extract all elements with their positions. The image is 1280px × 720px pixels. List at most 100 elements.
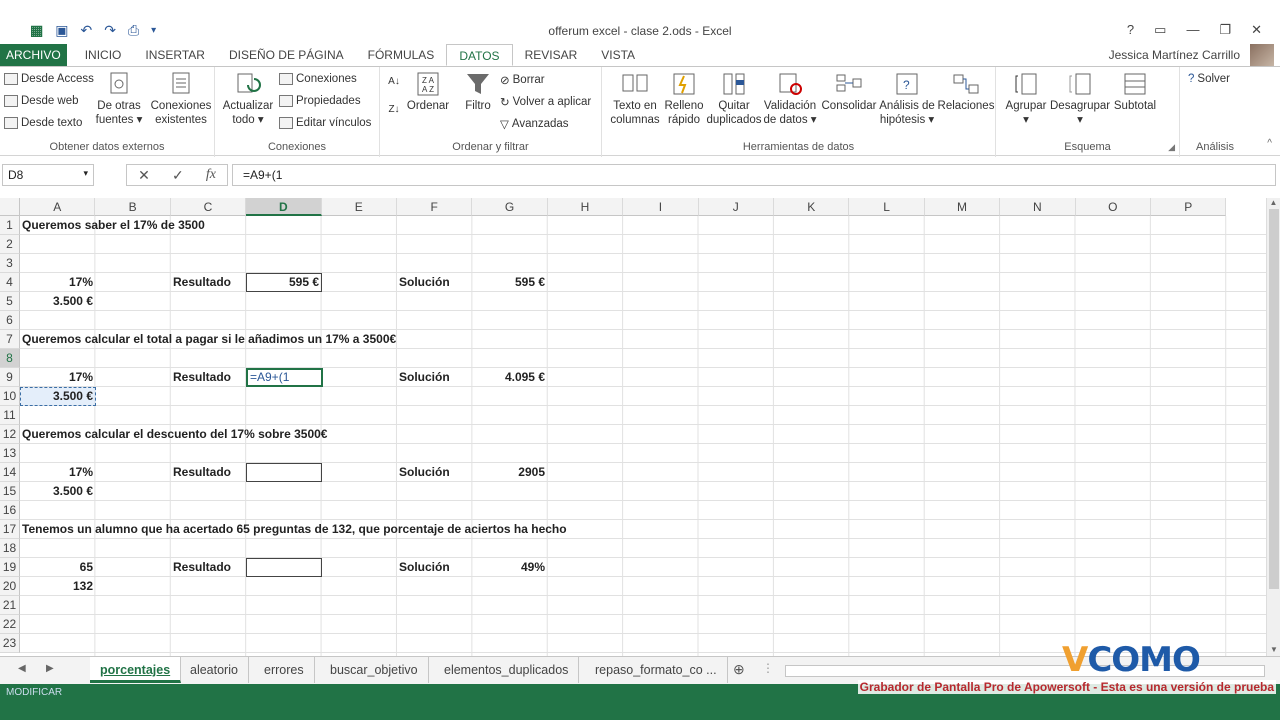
flash-fill-button[interactable]: Relleno rápido [662,71,706,127]
cell-g18[interactable]: 49% [472,558,547,577]
row-header-5[interactable]: 5 [0,292,20,311]
add-sheet-icon[interactable]: ⊕ [733,661,745,678]
cell-a8[interactable]: 17% [20,368,95,387]
cell-a11[interactable]: Queremos calcular el descuento del 17% s… [20,425,329,444]
column-header-b[interactable]: B [95,198,171,216]
cell-a6[interactable]: Queremos calcular el total a pagar si le… [20,330,398,349]
name-box[interactable]: D8 ▾ [2,164,94,186]
cell-f3[interactable]: Solución [397,273,452,292]
row-header-19[interactable]: 19 [0,558,20,577]
connections-button[interactable]: Conexiones [279,73,357,85]
from-text-button[interactable]: Desde texto [4,117,82,129]
cell-f18[interactable]: Solución [397,558,452,577]
cell-a9[interactable]: 3.500 € [20,387,95,406]
sort-az-button[interactable]: A↓ Z↓ [384,75,404,117]
tab-splitter-icon[interactable]: ⋮ [762,661,774,675]
row-header-17[interactable]: 17 [0,520,20,539]
cell-a16[interactable]: Tenemos un alumno que ha acertado 65 pre… [20,520,569,539]
sheet-tab-porcentajes[interactable]: porcentajes [90,657,182,683]
text-to-columns-button[interactable]: Texto en columnas [608,71,662,127]
tab-insertar[interactable]: INSERTAR [133,44,217,66]
cell-c13[interactable]: Resultado [171,463,233,482]
cell-a13[interactable]: 17% [20,463,95,482]
from-access-button[interactable]: Desde Access [4,73,94,85]
row-header-2[interactable]: 2 [0,235,20,254]
relationships-button[interactable]: Relaciones [936,71,996,113]
minimize-icon[interactable]: — [1186,22,1199,38]
tab-formulas[interactable]: FÓRMULAS [356,44,447,66]
what-if-analysis-button[interactable]: ? Análisis de hipótesis ▾ [878,71,936,127]
select-all-corner[interactable] [0,198,20,216]
remove-duplicates-button[interactable]: Quitar duplicados [706,71,762,127]
column-header-h[interactable]: H [547,198,624,216]
row-header-6[interactable]: 6 [0,311,20,330]
column-header-k[interactable]: K [774,198,850,216]
column-header-i[interactable]: I [623,198,699,216]
clear-filter-button[interactable]: ⊘ Borrar [500,73,545,87]
row-header-22[interactable]: 22 [0,615,20,634]
cell-g8[interactable]: 4.095 € [472,368,547,387]
row-header-4[interactable]: 4 [0,273,20,292]
tab-diseno[interactable]: DISEÑO DE PÁGINA [217,44,356,66]
row-header-21[interactable]: 21 [0,596,20,615]
row-header-3[interactable]: 3 [0,254,20,273]
formula-input[interactable]: =A9+(1 [232,164,1276,186]
cancel-icon[interactable]: ✕ [138,167,150,184]
column-header-l[interactable]: L [849,198,925,216]
sort-button[interactable]: Z AA Z Ordenar [404,71,452,113]
cell-c8[interactable]: Resultado [171,368,233,387]
subtotal-button[interactable]: Subtotal [1110,71,1160,113]
name-box-dropdown-icon[interactable]: ▾ [83,168,88,179]
scroll-thumb[interactable] [1268,209,1279,589]
tab-vista[interactable]: VISTA [589,44,647,66]
group-button[interactable]: Agrupar ▾ [1002,71,1050,127]
cell-f13[interactable]: Solución [397,463,452,482]
column-header-g[interactable]: G [472,198,548,216]
cell-a4[interactable]: 3.500 € [20,292,95,311]
ribbon-display-icon[interactable]: ▭ [1154,22,1166,38]
cell-a3[interactable]: 17% [20,273,95,292]
row-header-18[interactable]: 18 [0,539,20,558]
advanced-filter-button[interactable]: ▽ Avanzadas [500,117,569,131]
scroll-up-icon[interactable]: ▲ [1267,198,1280,207]
column-header-o[interactable]: O [1075,198,1151,216]
column-header-d[interactable]: D [246,198,322,216]
row-header-10[interactable]: 10 [0,387,20,406]
sheet-tab-elementos-duplicados[interactable]: elementos_duplicados [434,657,580,683]
sheet-tab-aleatorio[interactable]: aleatorio [180,657,249,683]
prev-sheet-icon[interactable]: ◀ [18,663,26,674]
tab-revisar[interactable]: REVISAR [513,44,590,66]
cell-f8[interactable]: Solución [397,368,452,387]
vertical-scrollbar[interactable]: ▲ ▼ [1266,198,1280,656]
row-header-12[interactable]: 12 [0,425,20,444]
cell-d3[interactable]: 595 € [246,273,321,292]
row-header-9[interactable]: 9 [0,368,20,387]
row-header-14[interactable]: 14 [0,463,20,482]
cell-a1[interactable]: Queremos saber el 17% de 3500 [20,216,207,235]
ungroup-button[interactable]: Desagrupar ▾ [1050,71,1110,127]
row-header-20[interactable]: 20 [0,577,20,596]
cell-c18[interactable]: Resultado [171,558,233,577]
properties-button[interactable]: Propiedades [279,95,361,107]
cell-a19[interactable]: 132 [20,577,95,596]
cell-c3[interactable]: Resultado [171,273,233,292]
row-header-7[interactable]: 7 [0,330,20,349]
sheet-tab-errores[interactable]: errores [254,657,315,683]
user-name[interactable]: Jessica Martínez Carrillo [1109,48,1240,62]
collapse-ribbon-icon[interactable]: ^ [1267,138,1272,149]
data-validation-button[interactable]: Validación de datos ▾ [762,71,818,127]
existing-connections-button[interactable]: Conexiones existentes [150,71,212,127]
reapply-button[interactable]: ↻ Volver a aplicar [500,95,591,109]
refresh-all-button[interactable]: Actualizar todo ▾ [221,71,275,127]
consolidate-button[interactable]: Consolidar [820,71,878,113]
row-header-13[interactable]: 13 [0,444,20,463]
row-header-1[interactable]: 1 [0,216,20,235]
row-header-16[interactable]: 16 [0,501,20,520]
cell-a18[interactable]: 65 [20,558,95,577]
column-header-f[interactable]: F [397,198,473,216]
avatar[interactable] [1250,44,1274,68]
scroll-down-icon[interactable]: ▼ [1267,645,1280,654]
cell-d8-edit[interactable]: =A9+(1 [248,368,291,387]
tab-datos[interactable]: DATOS [446,44,513,66]
solver-button[interactable]: ? Solver [1188,73,1230,85]
